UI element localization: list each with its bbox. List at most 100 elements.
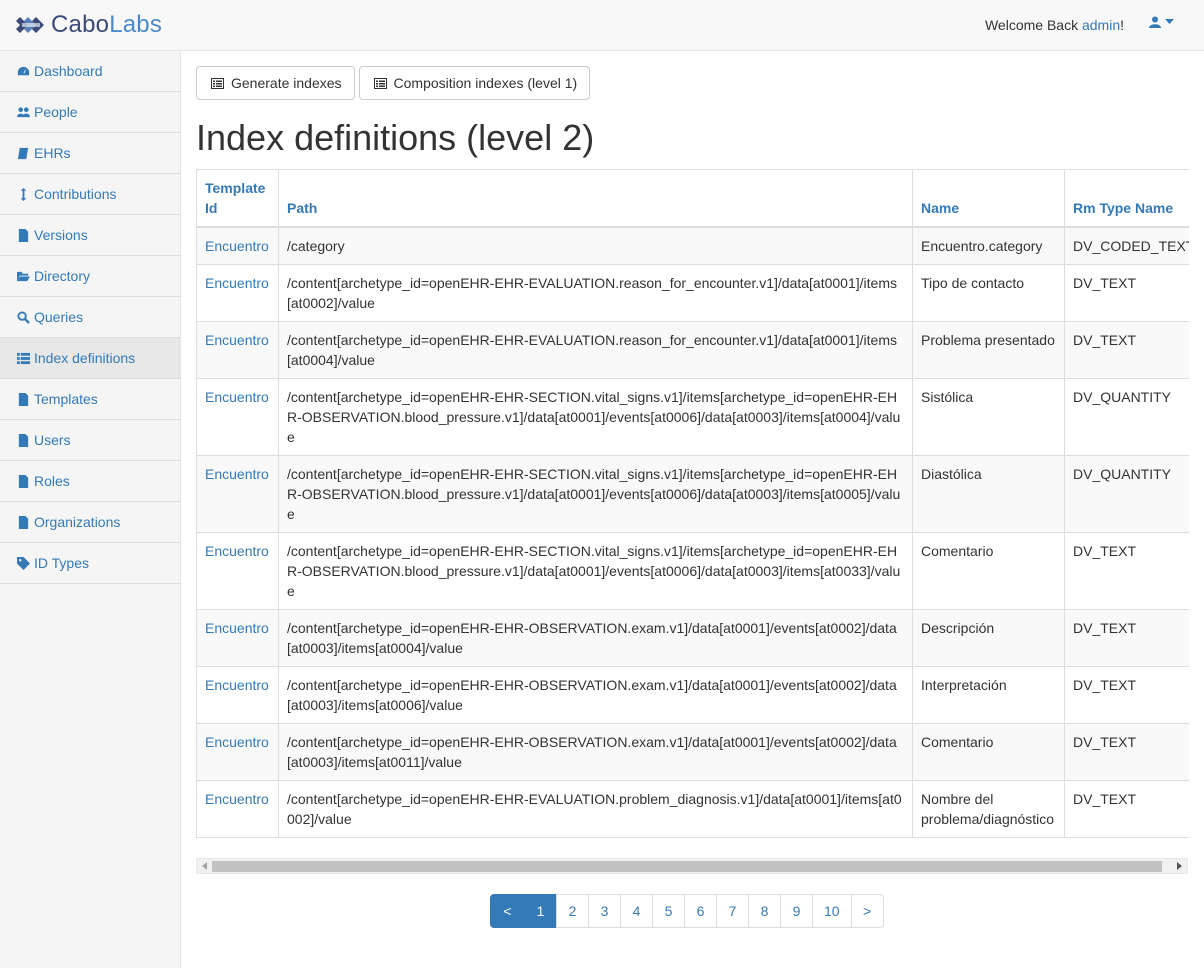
- search-icon: [16, 310, 30, 324]
- path-cell: /content[archetype_id=openEHR-EHR-SECTIO…: [278, 532, 913, 610]
- index-definitions-table-container: Template Id Path Name Rm Type Name Encue…: [196, 169, 1189, 838]
- template-id-link[interactable]: Encuentro: [196, 609, 279, 667]
- pagination-page-1[interactable]: 1: [524, 894, 557, 928]
- generate-indexes-label: Generate indexes: [231, 75, 342, 91]
- list-alt-icon: [373, 77, 387, 89]
- brand-logo-link[interactable]: CaboLabs: [14, 10, 162, 40]
- pagination-page-10[interactable]: 10: [812, 894, 852, 928]
- page-title: Index definitions (level 2): [196, 117, 595, 158]
- brand-name-part1: Cabo: [51, 11, 110, 38]
- sidebar-item-label: Templates: [34, 391, 98, 407]
- list-icon: [16, 351, 30, 365]
- template-id-link[interactable]: Encuentro: [196, 321, 279, 379]
- column-header-name[interactable]: Name: [912, 169, 1065, 228]
- top-navbar: CaboLabs Welcome Back admin!: [0, 0, 1204, 51]
- scroll-right-arrow-icon[interactable]: [1177, 862, 1182, 870]
- pagination-page-5[interactable]: 5: [652, 894, 685, 928]
- folder-open-icon: [16, 269, 30, 283]
- path-cell: /content[archetype_id=openEHR-EHR-EVALUA…: [278, 780, 913, 838]
- sidebar: Dashboard People EHRs Contributions Vers…: [0, 51, 181, 968]
- sidebar-item-label: Contributions: [34, 186, 117, 202]
- user-icon: [1149, 16, 1161, 28]
- name-cell: Sistólica: [912, 378, 1065, 456]
- template-id-link[interactable]: Encuentro: [196, 723, 279, 781]
- composition-indexes-button[interactable]: Composition indexes (level 1): [358, 66, 591, 100]
- sidebar-item-label: Queries: [34, 309, 84, 325]
- sidebar-item-dashboard[interactable]: Dashboard: [0, 51, 180, 92]
- sidebar-item-roles[interactable]: Roles: [0, 461, 180, 502]
- horizontal-scrollbar[interactable]: [196, 858, 1188, 874]
- table-row: Encuentro/content[archetype_id=openEHR-E…: [196, 609, 1189, 667]
- generate-indexes-button[interactable]: Generate indexes: [196, 66, 355, 100]
- caret-down-icon: [1165, 19, 1174, 24]
- pagination-page-9[interactable]: 9: [780, 894, 813, 928]
- sidebar-item-users[interactable]: Users: [0, 420, 180, 461]
- table-row: Encuentro/content[archetype_id=openEHR-E…: [196, 532, 1189, 610]
- sidebar-item-organizations[interactable]: Organizations: [0, 502, 180, 543]
- brand-name: CaboLabs: [51, 11, 162, 39]
- name-cell: Diastólica: [912, 455, 1065, 533]
- sidebar-item-templates[interactable]: Templates: [0, 379, 180, 420]
- pagination-page-7[interactable]: 7: [716, 894, 749, 928]
- pagination-prev-button[interactable]: <: [490, 894, 525, 928]
- pagination-next-button[interactable]: >: [850, 894, 884, 928]
- composition-indexes-label: Composition indexes (level 1): [393, 75, 578, 91]
- table-row: Encuentro/content[archetype_id=openEHR-E…: [196, 723, 1189, 781]
- template-id-link[interactable]: Encuentro: [196, 378, 279, 456]
- sidebar-item-label: Organizations: [34, 514, 121, 530]
- sidebar-item-ehrs[interactable]: EHRs: [0, 133, 180, 174]
- username-link[interactable]: admin: [1082, 17, 1120, 33]
- name-cell: Encuentro.category: [912, 226, 1065, 265]
- rm-type-cell: DV_QUANTITY: [1064, 455, 1189, 533]
- brand-name-part2: Labs: [109, 11, 163, 38]
- path-cell: /content[archetype_id=openEHR-EHR-OBSERV…: [278, 723, 913, 781]
- column-header-rm-type-name[interactable]: Rm Type Name: [1064, 169, 1189, 228]
- table-row: Encuentro/category Encuentro.category DV_C…: [196, 226, 1189, 265]
- name-cell: Tipo de contacto: [912, 264, 1065, 322]
- template-id-link[interactable]: Encuentro: [196, 455, 279, 533]
- name-cell: Problema presentado: [912, 321, 1065, 379]
- column-header-path[interactable]: Path: [278, 169, 913, 228]
- file-icon: [16, 392, 30, 406]
- file-icon: [16, 474, 30, 488]
- sidebar-item-id-types[interactable]: ID Types: [0, 543, 180, 584]
- pagination-page-6[interactable]: 6: [684, 894, 717, 928]
- rm-type-cell: DV_QUANTITY: [1064, 378, 1189, 456]
- dashboard-icon: [16, 64, 30, 78]
- rm-type-cell: DV_TEXT: [1064, 609, 1189, 667]
- pagination-page-8[interactable]: 8: [748, 894, 781, 928]
- file-icon: [16, 433, 30, 447]
- sidebar-item-queries[interactable]: Queries: [0, 297, 180, 338]
- rm-type-cell: DV_TEXT: [1064, 666, 1189, 724]
- name-cell: Interpretación: [912, 666, 1065, 724]
- sidebar-item-directory[interactable]: Directory: [0, 256, 180, 297]
- sidebar-item-label: Roles: [34, 473, 70, 489]
- table-row: Encuentro/content[archetype_id=openEHR-E…: [196, 378, 1189, 456]
- name-cell: Descripción: [912, 609, 1065, 667]
- sidebar-item-label: Index definitions: [34, 350, 136, 366]
- scroll-left-arrow-icon[interactable]: [202, 862, 207, 870]
- index-definitions-table: Template Id Path Name Rm Type Name Encue…: [196, 169, 1189, 838]
- tag-icon: [16, 556, 30, 570]
- pagination-page-2[interactable]: 2: [556, 894, 589, 928]
- rm-type-cell: DV_TEXT: [1064, 780, 1189, 838]
- template-id-link[interactable]: Encuentro: [196, 780, 279, 838]
- template-id-link[interactable]: Encuentro: [196, 666, 279, 724]
- template-id-link[interactable]: Encuentro: [196, 226, 279, 265]
- sidebar-item-people[interactable]: People: [0, 92, 180, 133]
- file-icon: [16, 228, 30, 242]
- name-cell: Nombre del problema/diagnóstico: [912, 780, 1065, 838]
- column-header-template-id[interactable]: Template Id: [196, 169, 279, 228]
- path-cell: /content[archetype_id=openEHR-EHR-SECTIO…: [278, 378, 913, 456]
- scrollbar-thumb[interactable]: [212, 861, 1162, 872]
- template-id-link[interactable]: Encuentro: [196, 532, 279, 610]
- pagination-page-3[interactable]: 3: [588, 894, 621, 928]
- table-row: Encuentro/content[archetype_id=openEHR-E…: [196, 264, 1189, 322]
- user-menu-dropdown[interactable]: [1149, 16, 1174, 28]
- sidebar-item-versions[interactable]: Versions: [0, 215, 180, 256]
- template-id-link[interactable]: Encuentro: [196, 264, 279, 322]
- sidebar-item-index-definitions[interactable]: Index definitions: [0, 338, 180, 379]
- pagination-page-4[interactable]: 4: [620, 894, 653, 928]
- users-icon: [16, 105, 30, 119]
- sidebar-item-contributions[interactable]: Contributions: [0, 174, 180, 215]
